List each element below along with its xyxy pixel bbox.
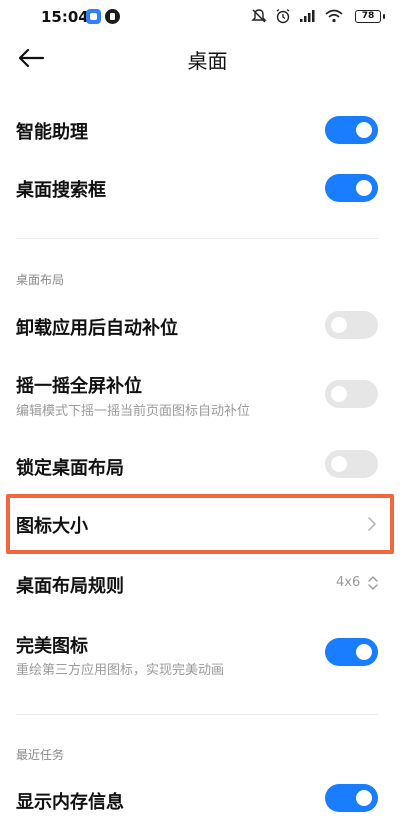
highlight-box [6,494,394,554]
wifi-icon [325,9,343,23]
chevron-up-down-icon [368,576,378,590]
divider [16,238,378,239]
app-notification-icon-2 [105,9,120,24]
setting-label: 卸载应用后自动补位 [16,318,178,339]
setting-label: 桌面搜索框 [16,180,106,201]
signal-icon [300,10,315,22]
section-header-layout: 桌面布局 [16,273,65,287]
layout-rule-value: 4x6 [336,575,361,590]
setting-label: 完美图标 [16,636,88,657]
battery-level: 78 [355,10,381,23]
setting-perfect-icons[interactable]: 完美图标 重绘第三方应用图标，实现完美动画 [0,628,415,682]
mute-icon [251,9,267,23]
setting-lock-layout[interactable]: 锁定桌面布局 [0,446,415,486]
lock-layout-toggle[interactable] [325,450,378,478]
setting-subtitle: 重绘第三方应用图标，实现完美动画 [16,663,225,678]
section-header-recent: 最近任务 [16,748,65,762]
setting-layout-rule[interactable]: 桌面布局规则 4x6 [0,564,415,604]
setting-shake-fill[interactable]: 摇一摇全屏补位 编辑模式下摇一摇当前页面图标自动补位 [0,368,415,422]
setting-label: 桌面布局规则 [16,576,124,597]
setting-desktop-search[interactable]: 桌面搜索框 [0,168,415,208]
system-icons [251,8,343,24]
battery-icon: 78 [355,10,385,23]
setting-auto-fill[interactable]: 卸载应用后自动补位 [0,306,415,346]
alarm-icon [276,8,290,24]
status-time: 15:04 [41,8,89,26]
divider [16,714,378,715]
setting-subtitle: 编辑模式下摇一摇当前页面图标自动补位 [16,404,251,419]
perfect-icons-toggle[interactable] [325,638,378,666]
app-notification-icon [86,9,101,24]
setting-label: 智能助理 [16,122,88,143]
auto-fill-toggle[interactable] [325,311,378,339]
setting-label: 锁定桌面布局 [16,458,124,479]
setting-label: 显示内存信息 [16,792,124,813]
memory-info-toggle[interactable] [325,784,378,812]
setting-label: 摇一摇全屏补位 [16,376,142,397]
page-title: 桌面 [187,49,228,73]
setting-memory-info[interactable]: 显示内存信息 [0,780,415,820]
smart-assistant-toggle[interactable] [325,116,378,144]
setting-smart-assistant[interactable]: 智能助理 [0,110,415,150]
status-bar: 15:04 78 [0,0,415,34]
shake-fill-toggle[interactable] [325,380,378,408]
desktop-search-toggle[interactable] [325,174,378,202]
